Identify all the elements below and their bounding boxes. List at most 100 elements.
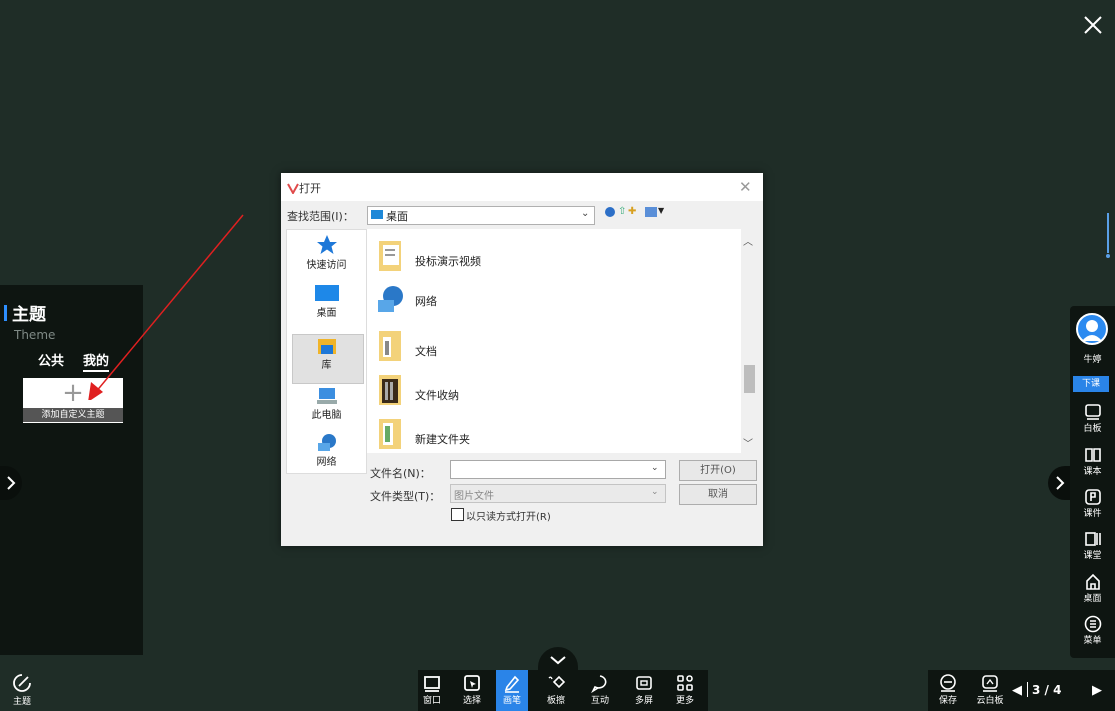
filetype-label: 文件类型(T)：	[370, 490, 441, 503]
list-item[interactable]: 投标演示视频	[377, 239, 677, 279]
sidebar-item-label: 菜单	[1083, 636, 1102, 646]
tool-multiscreen[interactable]: 多屏	[629, 673, 659, 706]
file-name: 文件收纳	[415, 389, 459, 402]
tab-public[interactable]: 公共	[38, 350, 64, 369]
readonly-label: 以只读方式打开(R)	[466, 512, 551, 523]
chevron-right-icon	[1056, 476, 1065, 490]
open-button[interactable]: 打开(O)	[679, 460, 757, 481]
chevron-right-icon	[7, 476, 16, 490]
sidebar-item-label: 课件	[1083, 509, 1102, 519]
tool-label: 选择	[462, 696, 481, 706]
chevron-down-icon[interactable]: ⌄	[651, 463, 659, 473]
tool-label: 板擦	[546, 696, 565, 706]
sidebar-item-menu[interactable]: 菜单	[1070, 615, 1115, 646]
tool-select[interactable]: 选择	[457, 673, 487, 706]
theme-panel-title: 主题	[12, 305, 46, 325]
close-icon	[1084, 16, 1102, 34]
list-item[interactable]: 文档	[377, 329, 677, 369]
sidebar-item-label: 白板	[1083, 424, 1102, 434]
tool-more[interactable]: 更多	[670, 673, 700, 706]
open-file-dialog: 打开 ✕ 查找范围(I)： 桌面 ⌄ ⇧ ✚ ▼ 快速访问 桌面 库 此电脑 网…	[281, 173, 763, 546]
up-folder-icon[interactable]: ⇧	[618, 206, 626, 217]
close-button[interactable]	[1080, 12, 1106, 38]
view-menu-icon[interactable]	[645, 207, 657, 217]
network-icon	[378, 286, 403, 312]
folder-icon	[379, 419, 401, 449]
left-expand-button[interactable]	[0, 466, 22, 500]
theme-label: 主题	[12, 697, 31, 707]
chevron-down-icon: ⌄	[581, 208, 590, 219]
filename-input[interactable]	[450, 460, 666, 479]
filetype-value: 图片文件	[454, 491, 494, 502]
prev-page-icon[interactable]: ◀	[1012, 683, 1022, 698]
list-item[interactable]: 新建文件夹	[377, 417, 677, 457]
star-icon	[316, 235, 337, 254]
place-this-pc[interactable]: 此电脑	[287, 386, 366, 421]
theme-accent-bar	[4, 305, 7, 321]
chevron-down-icon: ⌄	[651, 487, 659, 497]
user-icon	[1082, 320, 1102, 341]
readonly-checkbox[interactable]	[451, 508, 464, 521]
place-library[interactable]: 库	[287, 336, 366, 371]
computer-icon	[316, 388, 337, 404]
place-label: 快速访问	[306, 260, 347, 271]
right-expand-button[interactable]	[1048, 466, 1070, 500]
tool-eraser[interactable]: 板擦	[541, 673, 571, 706]
place-network[interactable]: 网络	[287, 433, 366, 468]
place-label: 桌面	[316, 308, 337, 319]
place-desktop[interactable]: 桌面	[287, 284, 366, 319]
folder-icon	[371, 210, 383, 219]
sidebar-item-whiteboard[interactable]: 白板	[1070, 403, 1115, 434]
next-page-icon[interactable]: ▶	[1092, 683, 1102, 698]
sidebar-item-label: 课堂	[1083, 551, 1102, 561]
cloud-whiteboard-button[interactable]: 云白板	[972, 673, 1008, 706]
tool-interact[interactable]: 互动	[585, 673, 615, 706]
courseware-icon	[1084, 489, 1101, 505]
cancel-button[interactable]: 取消	[679, 484, 757, 505]
theme-icon	[13, 674, 31, 692]
new-folder-icon[interactable]: ✚	[628, 206, 636, 217]
desktop-icon	[314, 285, 339, 301]
place-label: 此电脑	[311, 410, 342, 421]
user-name: 牛婷	[1083, 355, 1102, 365]
sidebar-item-desktop[interactable]: 桌面	[1070, 573, 1115, 604]
chevron-down-icon[interactable]: ﹀	[743, 435, 753, 450]
end-class-button[interactable]: 下课	[1073, 376, 1109, 392]
book-icon	[1084, 448, 1101, 462]
sidebar-item-label: 课本	[1083, 467, 1102, 477]
place-quick-access[interactable]: 快速访问	[287, 234, 366, 271]
chevron-up-icon[interactable]: ︿	[743, 233, 753, 248]
add-custom-theme-label: 添加自定义主题	[23, 408, 123, 422]
file-list-scrollbar[interactable]	[741, 229, 757, 453]
list-item[interactable]: 文件收纳	[377, 373, 677, 413]
dialog-title: 打开	[299, 182, 321, 195]
tool-pen[interactable]: 画笔	[497, 673, 527, 706]
sidebar-item-classroom[interactable]: 课堂	[1070, 530, 1115, 561]
dialog-titlebar	[281, 173, 763, 201]
save-button[interactable]: 保存	[933, 673, 963, 706]
back-icon[interactable]	[605, 207, 615, 217]
pen-icon	[504, 675, 520, 693]
tool-window[interactable]: 窗口	[417, 673, 447, 706]
page-indicator: 3 / 4	[1032, 683, 1062, 697]
list-item[interactable]: 网络	[377, 283, 677, 323]
menu-icon	[1084, 615, 1101, 633]
file-name: 文档	[415, 345, 437, 358]
caret-down-icon: ▼	[658, 206, 665, 215]
places-bar: 快速访问 桌面 库 此电脑 网络	[286, 229, 367, 474]
file-name: 网络	[415, 295, 437, 308]
more-icon	[677, 675, 693, 691]
sidebar-item-book[interactable]: 课本	[1070, 446, 1115, 477]
scrollbar-thumb[interactable]	[744, 365, 755, 393]
sidebar-item-courseware[interactable]: 课件	[1070, 488, 1115, 519]
select-icon	[464, 675, 480, 691]
volume-slider[interactable]	[1106, 213, 1110, 259]
theme-button[interactable]: 主题	[8, 672, 36, 707]
dialog-close-button[interactable]: ✕	[739, 178, 752, 196]
tool-label: 互动	[590, 696, 609, 706]
page-divider	[1027, 682, 1028, 697]
folder-icon	[379, 241, 401, 271]
theme-panel-subtitle: Theme	[14, 328, 56, 342]
tool-label: 多屏	[634, 696, 653, 706]
avatar[interactable]	[1076, 313, 1108, 345]
